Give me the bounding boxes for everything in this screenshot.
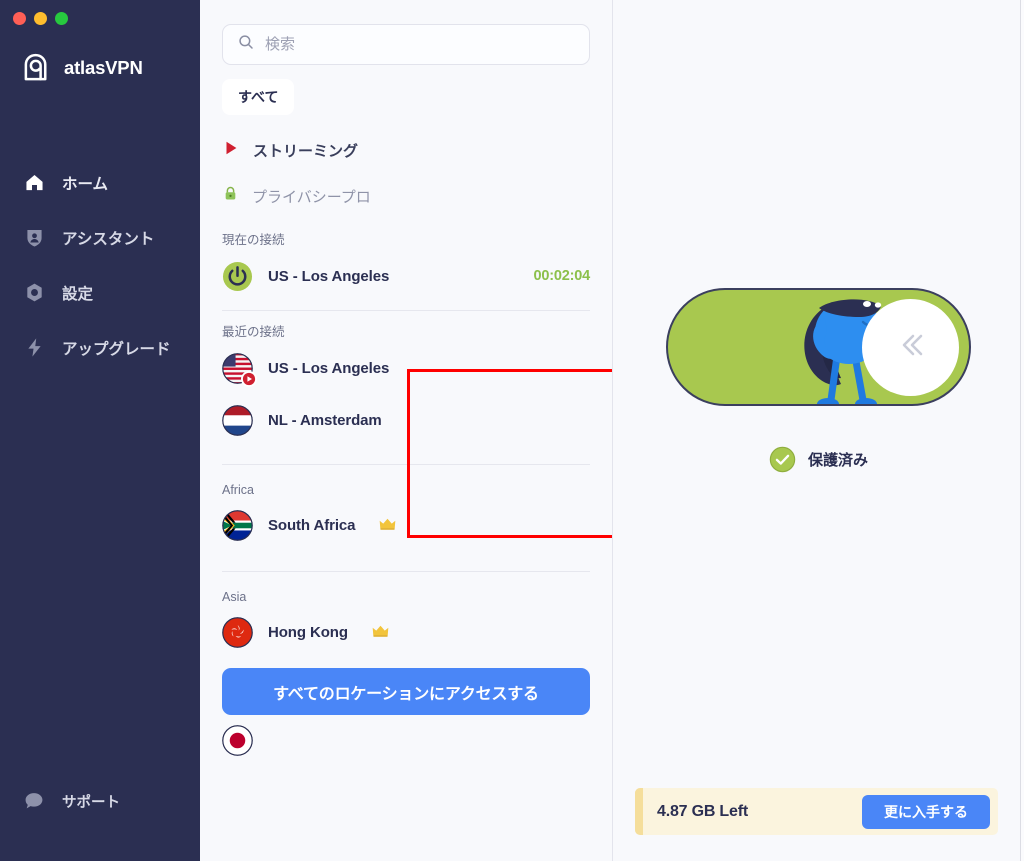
minimize-window-button[interactable] [34, 12, 47, 25]
nl-flag-icon [222, 404, 253, 436]
crown-icon [379, 517, 396, 533]
search-icon [237, 33, 255, 56]
connection-timer: 00:02:04 [533, 268, 591, 284]
cta-wrapper: すべてのロケーションにアクセスする [200, 658, 612, 715]
search-wrapper [200, 0, 612, 65]
location-row-hong-kong[interactable]: Hong Kong [200, 606, 612, 658]
filter-chips: すべて [200, 65, 612, 115]
location-name: South Africa [268, 516, 356, 534]
partial-location-row[interactable] [200, 715, 612, 756]
sidebar-item-upgrade[interactable]: アップグレード [0, 320, 200, 375]
za-flag-icon [222, 509, 253, 541]
atlasvpn-logo-icon [22, 52, 53, 83]
chat-bubble-icon [22, 789, 46, 813]
green-lock-icon [222, 185, 239, 207]
quick-links: ストリーミング プライバシープロ [200, 115, 612, 219]
maximize-window-button[interactable] [55, 12, 68, 25]
locations-panel: すべて ストリーミング プライバシープロ [200, 0, 613, 861]
sidebar-item-label: アシスタント [62, 230, 155, 248]
sidebar-item-label: ホーム [62, 175, 109, 193]
atlasvpn-window: atlasVPN ホーム アシスタント 設定 アップグレード サポート 検索 す… [0, 0, 1024, 861]
vpn-connection-toggle[interactable] [666, 288, 971, 406]
us-flag-icon [222, 352, 257, 387]
close-window-button[interactable] [13, 12, 26, 25]
shield-person-icon [22, 226, 46, 250]
background-window-sliver [1020, 0, 1024, 861]
sidebar-item-label: 設定 [62, 285, 94, 303]
quick-link-label: プライバシープロ [252, 188, 371, 206]
window-traffic-lights [13, 12, 68, 25]
quick-link-streaming[interactable]: ストリーミング [222, 127, 590, 173]
data-remaining-label: 4.87 GB Left [657, 802, 748, 820]
brand: atlasVPN [22, 52, 143, 83]
get-more-data-button[interactable]: 更に入手する [862, 794, 990, 829]
brand-name: atlasVPN [64, 56, 143, 78]
current-location-name: US - Los Angeles [268, 267, 390, 285]
quick-link-privacy-pro[interactable]: プライバシープロ [222, 173, 590, 219]
sidebar: atlasVPN ホーム アシスタント 設定 アップグレード サポート [0, 0, 200, 861]
current-connection-heading: 現在の接続 [222, 233, 285, 247]
current-connection-row[interactable]: US - Los Angeles 00:02:04 [200, 250, 612, 302]
sidebar-item-label: アップグレード [62, 340, 171, 358]
sidebar-item-assistant[interactable]: アシスタント [0, 210, 200, 265]
sidebar-item-settings[interactable]: 設定 [0, 265, 200, 320]
region-heading-asia: Asia [222, 590, 247, 604]
location-name: Hong Kong [268, 623, 348, 641]
double-chevron-left-icon [891, 325, 931, 370]
hk-flag-icon [222, 616, 253, 648]
recent-connection-row-nl[interactable]: NL - Amsterdam [200, 394, 612, 446]
sidebar-item-home[interactable]: ホーム [0, 155, 200, 210]
protection-status: 保護済み [769, 446, 868, 473]
protection-status-label: 保護済み [807, 452, 868, 469]
sidebar-item-support[interactable]: サポート [22, 789, 120, 813]
toggle-knob[interactable] [862, 299, 959, 396]
connection-panel: 保護済み 4.87 GB Left 更に入手する [613, 0, 1024, 861]
recent-location-name: NL - Amsterdam [268, 411, 382, 429]
search-input[interactable] [265, 36, 575, 53]
filter-chip-all[interactable]: すべて [222, 79, 295, 115]
recent-connection-row-us[interactable]: US - Los Angeles [200, 342, 612, 394]
sidebar-item-label: サポート [62, 794, 120, 811]
crown-icon [372, 624, 389, 640]
home-icon [22, 171, 46, 195]
streaming-play-badge [241, 370, 257, 387]
green-check-circle-icon [769, 446, 796, 473]
recent-location-name: US - Los Angeles [268, 359, 390, 377]
sidebar-nav: ホーム アシスタント 設定 アップグレード [0, 155, 200, 375]
search-box[interactable] [222, 24, 590, 65]
gear-icon [22, 281, 46, 305]
toggle-area: 保護済み [666, 288, 971, 473]
play-triangle-icon [222, 139, 240, 162]
region-heading-africa: Africa [222, 483, 254, 497]
data-quota-bar: 4.87 GB Left 更に入手する [635, 788, 998, 835]
access-all-locations-button[interactable]: すべてのロケーションにアクセスする [222, 668, 590, 715]
quick-link-label: ストリーミング [253, 142, 359, 160]
recent-connections-heading: 最近の接続 [222, 325, 285, 339]
jp-flag-icon [222, 725, 253, 756]
location-row-south-africa[interactable]: South Africa [200, 499, 612, 551]
power-button-icon[interactable] [222, 261, 253, 292]
lightning-bolt-icon [22, 336, 46, 360]
